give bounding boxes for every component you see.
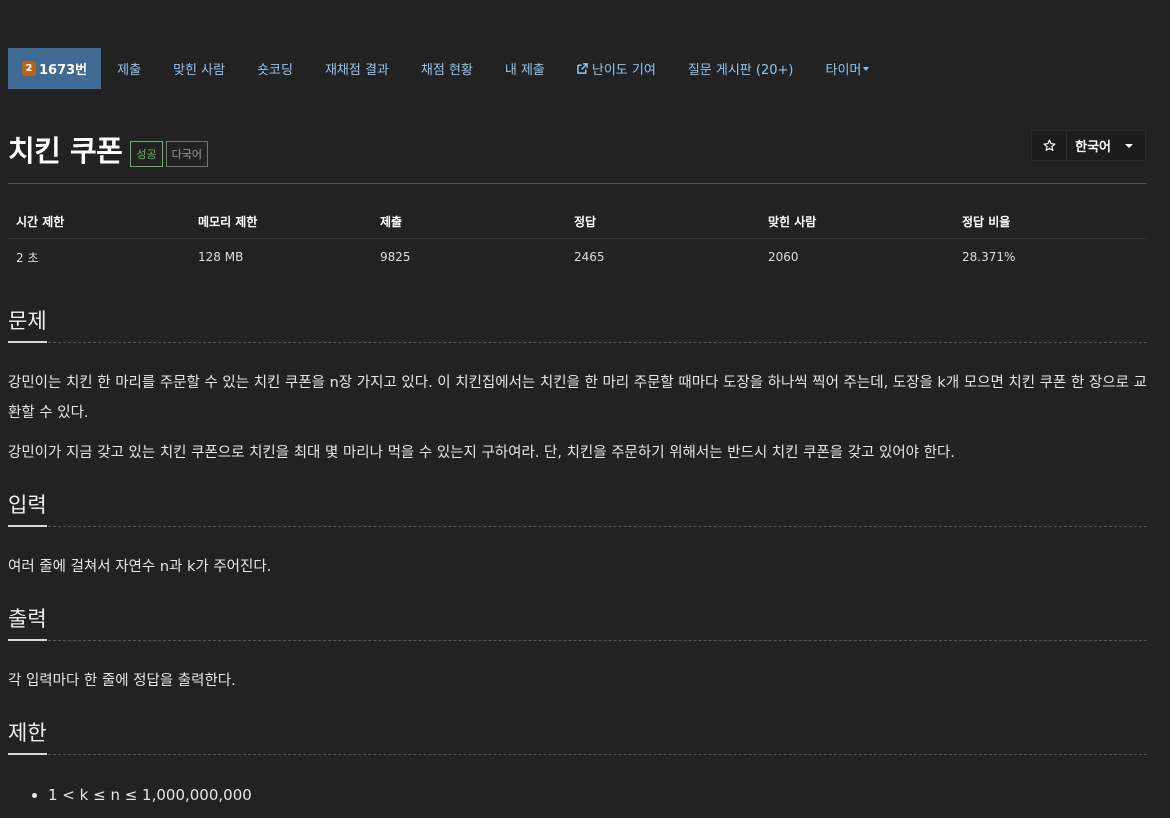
nav-short-coding[interactable]: 숏코딩 [241, 48, 309, 89]
section-problem-title: 문제 [8, 305, 47, 343]
problem-number: 1673번 [39, 63, 88, 78]
star-button[interactable] [1031, 130, 1068, 161]
nav-difficulty[interactable]: 난이도 기여 [561, 48, 672, 89]
title-divider [8, 183, 1147, 184]
list-item: 1 < k ≤ n ≤ 1,000,000,000 [48, 782, 252, 808]
page-title: 치킨 쿠폰 [8, 134, 123, 168]
value-ratio: 28.371% [962, 250, 1016, 264]
section-input-header: 입력 [8, 490, 1147, 527]
external-link-icon [577, 63, 588, 74]
nav-timer[interactable]: 타이머 [809, 48, 885, 89]
problem-description-1: 강민이는 치킨 한 마리를 주문할 수 있는 치킨 쿠폰을 n장 가지고 있다.… [8, 375, 1147, 421]
nav-board[interactable]: 질문 게시판 (20+) [672, 48, 810, 89]
value-submissions: 9825 [380, 250, 411, 264]
section-input-title: 입력 [8, 489, 47, 527]
header-accepted: 정답 [574, 214, 597, 229]
limits-list: 1 < k ≤ n ≤ 1,000,000,000 [8, 782, 252, 808]
language-dropdown[interactable]: 한국어 [1067, 130, 1146, 161]
nav-problem-tab[interactable]: 2 1673번 [8, 48, 102, 89]
value-solvers: 2060 [768, 250, 799, 264]
title-row: 치킨 쿠폰 성공 다국어 [8, 128, 208, 170]
language-label: 한국어 [1075, 140, 1111, 155]
table-row: 2 초 128 MB 9825 2465 2060 28.371% [8, 239, 1147, 275]
value-accepted: 2465 [574, 250, 605, 264]
problem-page: 2 1673번 제출 맞힌 사람 숏코딩 재채점 결과 채점 현황 내 제출 난… [0, 0, 1170, 818]
section-output-header: 출력 [8, 604, 1147, 641]
nav-my-submissions[interactable]: 내 제출 [489, 48, 561, 89]
caret-down-icon [863, 67, 870, 71]
tier-badge-icon: 2 [22, 61, 36, 76]
problem-description-2: 강민이가 지금 갖고 있는 치킨 쿠폰으로 치킨을 최대 몇 마리나 먹을 수 … [8, 445, 955, 461]
nav-rejudge[interactable]: 재채점 결과 [309, 48, 405, 89]
header-memory-limit: 메모리 제한 [198, 214, 258, 229]
title-actions: 한국어 [1031, 130, 1146, 161]
section-problem-header: 문제 [8, 306, 1147, 343]
header-solvers: 맞힌 사람 [768, 214, 817, 229]
input-description: 여러 줄에 걸쳐서 자연수 n과 k가 주어진다. [8, 559, 272, 575]
table-header-row: 시간 제한 메모리 제한 제출 정답 맞힌 사람 정답 비율 [8, 204, 1147, 239]
header-submissions: 제출 [380, 214, 403, 229]
problem-nav: 2 1673번 제출 맞힌 사람 숏코딩 재채점 결과 채점 현황 내 제출 난… [8, 48, 885, 89]
problem-info-table: 시간 제한 메모리 제한 제출 정답 맞힌 사람 정답 비율 2 초 128 M… [8, 204, 1147, 275]
multilang-badge: 다국어 [165, 141, 208, 167]
section-output-title: 출력 [8, 603, 47, 641]
chevron-down-icon [1125, 143, 1133, 148]
section-limits-title: 제한 [8, 717, 47, 755]
header-time-limit: 시간 제한 [16, 214, 65, 229]
nav-difficulty-label: 난이도 기여 [591, 63, 656, 78]
output-description: 각 입력마다 한 줄에 정답을 출력한다. [8, 673, 236, 689]
star-icon [1043, 139, 1056, 151]
nav-solvers[interactable]: 맞힌 사람 [157, 48, 241, 89]
section-limits-header: 제한 [8, 718, 1147, 755]
header-ratio: 정답 비율 [962, 214, 1011, 229]
nav-submit[interactable]: 제출 [101, 48, 157, 89]
nav-timer-label: 타이머 [825, 63, 862, 78]
value-time-limit: 2 초 [16, 250, 39, 265]
value-memory-limit: 128 MB [198, 250, 244, 264]
nav-status[interactable]: 채점 현황 [405, 48, 489, 89]
status-badge-success: 성공 [130, 141, 163, 167]
